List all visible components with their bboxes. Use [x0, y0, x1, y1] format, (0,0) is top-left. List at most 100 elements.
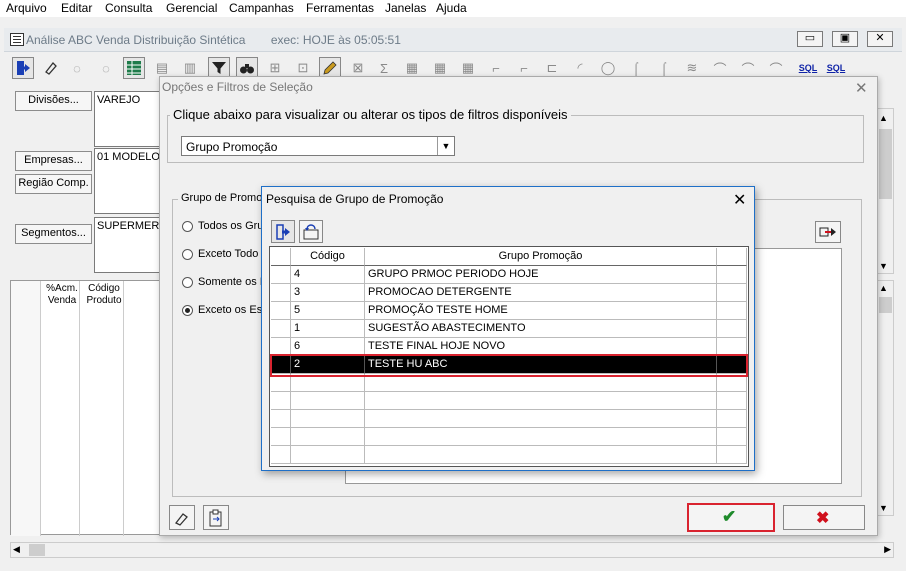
menu-ferramentas[interactable]: Ferramentas: [306, 1, 374, 15]
menu-consulta[interactable]: Consulta: [105, 1, 152, 15]
regiao-comp-button[interactable]: Região Comp.: [15, 174, 92, 194]
menu-campanhas[interactable]: Campanhas: [229, 1, 294, 15]
exit-button[interactable]: [271, 220, 295, 243]
cancel-button[interactable]: ✖: [783, 505, 865, 530]
group-search-close-icon[interactable]: ✕: [733, 190, 746, 210]
dialog-close-icon[interactable]: ✕: [855, 79, 868, 97]
row-indicator: [271, 446, 291, 464]
table-row[interactable]: 3 PROMOCAO DETERGENTE: [271, 284, 747, 302]
dialog-title: Opções e Filtros de Seleção: [162, 80, 313, 94]
mdi-window-title: Análise ABC Venda Distribuição Sintética…: [26, 33, 401, 47]
scroll-thumb[interactable]: [29, 544, 45, 556]
radio-circle[interactable]: [182, 276, 193, 288]
row-indicator-header: [271, 248, 291, 266]
row-indicator: [271, 284, 291, 302]
bg-vertical-scrollbar-1[interactable]: ▲ ▼: [877, 108, 894, 274]
menu-ajuda[interactable]: Ajuda: [436, 1, 467, 15]
empty-table-row[interactable]: [271, 428, 747, 446]
scroll-right-icon[interactable]: ▶: [884, 544, 891, 555]
grupo-cell: PROMOCAO DETERGENTE: [365, 284, 717, 302]
refresh-button[interactable]: [299, 220, 323, 243]
divisoes-list[interactable]: VAREJO: [94, 91, 160, 147]
extra-cell: [717, 428, 747, 446]
row-indicator: [271, 392, 291, 410]
codigo-cell: [291, 392, 365, 410]
empresas-button[interactable]: Empresas...: [15, 151, 92, 171]
exit-door-icon: [276, 223, 290, 240]
mdi-title-label: Análise ABC Venda Distribuição Sintética: [26, 33, 246, 47]
divisoes-button[interactable]: Divisões...: [15, 91, 92, 111]
scroll-up-icon[interactable]: ▲: [879, 283, 888, 293]
column-extra: [717, 248, 747, 266]
codigo-cell: [291, 410, 365, 428]
scroll-thumb[interactable]: [879, 129, 892, 199]
disabled-tool-icon-1[interactable]: ◌: [66, 57, 88, 79]
column-codigo-produto: Código Produto: [86, 283, 122, 306]
grupo-cell: PROMOÇÃO TESTE HOME: [365, 302, 717, 320]
radio-todos[interactable]: Todos os Gru: [182, 220, 263, 232]
results-table[interactable]: %Acm. Venda Código Produto: [10, 280, 160, 536]
radio-circle[interactable]: [182, 248, 193, 260]
close-window-button[interactable]: ✕: [867, 31, 893, 47]
extra-cell: [717, 284, 747, 302]
radio-exceto-selecionados-label: Exceto os Es: [198, 304, 263, 316]
codigo-cell: 1: [291, 320, 365, 338]
menu-arquivo[interactable]: Arquivo: [6, 1, 47, 15]
scroll-up-icon[interactable]: ▲: [879, 113, 888, 123]
row-indicator: [271, 428, 291, 446]
add-filter-button[interactable]: [815, 221, 841, 243]
eraser-icon: [175, 512, 188, 526]
eraser-icon[interactable]: [40, 57, 62, 79]
segmentos-list[interactable]: SUPERMER: [94, 217, 160, 273]
radio-somente-label: Somente os I: [198, 276, 263, 288]
table-row[interactable]: 4 GRUPO PRMOC PERIODO HOJE: [271, 266, 747, 284]
grupo-cell: SUGESTÃO ABASTECIMENTO: [365, 320, 717, 338]
codigo-cell: 3: [291, 284, 365, 302]
row-indicator: [271, 266, 291, 284]
filter-type-select[interactable]: Grupo Promoção: [181, 136, 455, 156]
radio-somente[interactable]: Somente os I: [182, 276, 263, 288]
table-row[interactable]: 1 SUGESTÃO ABASTECIMENTO: [271, 320, 747, 338]
scroll-thumb[interactable]: [879, 297, 892, 313]
extra-cell: [717, 410, 747, 428]
extra-cell: [717, 446, 747, 464]
empty-table-row[interactable]: [271, 410, 747, 428]
window-icon: [10, 33, 24, 46]
grupo-cell: [365, 392, 717, 410]
mdi-exec-label: exec: HOJE às 05:05:51: [270, 33, 401, 47]
group-search-title: Pesquisa de Grupo de Promoção: [266, 192, 444, 206]
restore-button[interactable]: ▣: [832, 31, 858, 47]
menu-bar: Arquivo Editar Consulta Gerencial Campan…: [0, 0, 906, 17]
filter-type-group-label: Clique abaixo para visualizar ou alterar…: [170, 107, 571, 122]
bg-horizontal-scrollbar[interactable]: ◀ ▶: [10, 542, 894, 558]
row-indicator: [271, 320, 291, 338]
grid-view-icon[interactable]: [123, 57, 145, 79]
disabled-tool-icon-2[interactable]: ◌: [95, 57, 117, 79]
radio-exceto-todos-label: Exceto Todo: [198, 248, 259, 260]
exit-door-icon[interactable]: [12, 57, 34, 79]
scroll-down-icon[interactable]: ▼: [879, 503, 888, 513]
cross-icon: ✖: [816, 510, 830, 527]
segmentos-button[interactable]: Segmentos...: [15, 224, 92, 244]
chevron-down-icon[interactable]: ▼: [437, 137, 454, 155]
empresas-list[interactable]: 01 MODELO: [94, 148, 160, 214]
scroll-down-icon[interactable]: ▼: [879, 261, 888, 271]
radio-circle[interactable]: [182, 220, 193, 232]
paste-button[interactable]: [203, 505, 229, 530]
bg-vertical-scrollbar-2[interactable]: ▲ ▼: [877, 280, 894, 516]
column-codigo: Código: [291, 248, 365, 266]
radio-circle-selected[interactable]: [182, 304, 193, 316]
menu-editar[interactable]: Editar: [61, 1, 92, 15]
extra-cell: [717, 266, 747, 284]
undo-box-icon: [303, 223, 319, 239]
menu-gerencial[interactable]: Gerencial: [166, 1, 217, 15]
table-row[interactable]: 5 PROMOÇÃO TESTE HOME: [271, 302, 747, 320]
empty-table-row[interactable]: [271, 392, 747, 410]
clear-button[interactable]: [169, 505, 195, 530]
menu-janelas[interactable]: Janelas: [385, 1, 426, 15]
minimize-button[interactable]: ▭: [797, 31, 823, 47]
scroll-left-icon[interactable]: ◀: [13, 544, 20, 555]
radio-exceto-todos[interactable]: Exceto Todo: [182, 248, 258, 260]
radio-exceto-selecionados[interactable]: Exceto os Es: [182, 304, 262, 316]
empty-table-row[interactable]: [271, 446, 747, 464]
